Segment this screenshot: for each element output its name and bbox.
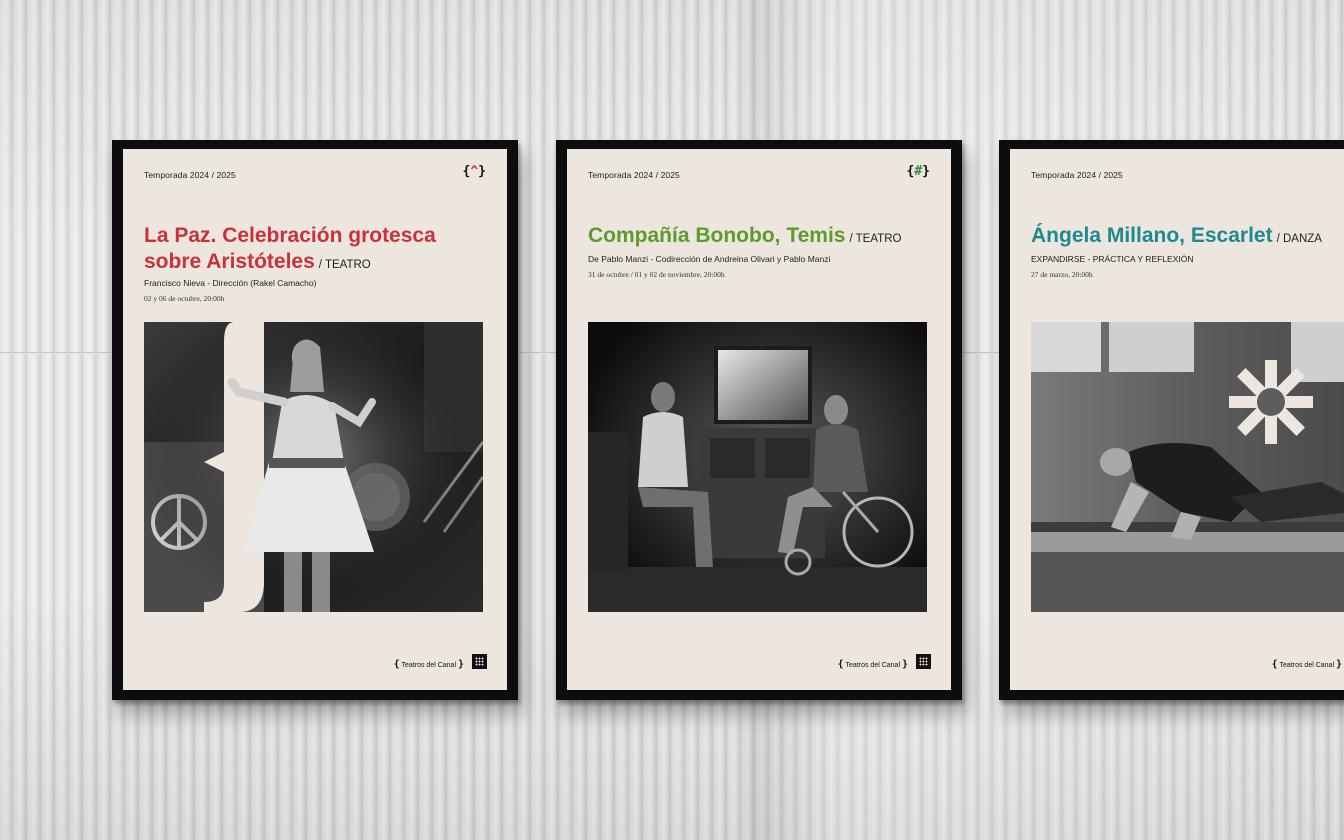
date-line: 02 y 06 de octubre, 20:00h bbox=[144, 294, 225, 303]
season-label: Temporada 2024 / 2025 bbox=[1031, 170, 1123, 180]
poster-paper: Temporada 2024 / 2025 {#} Compañía Bonob… bbox=[567, 149, 951, 690]
season-label: Temporada 2024 / 2025 bbox=[144, 170, 236, 180]
teatros-del-canal-mark: { Teatros del Canal } bbox=[1271, 659, 1342, 670]
date-line: 27 de marzo, 20:00h bbox=[1031, 270, 1093, 279]
poster-paper: Temporada 2024 / 2025 Ángela Millano, Es… bbox=[1010, 149, 1344, 690]
poster-temis: Temporada 2024 / 2025 {#} Compañía Bonob… bbox=[556, 140, 962, 700]
category-label: / TEATRO bbox=[318, 259, 371, 271]
stage-photo-two-actors bbox=[588, 322, 927, 612]
credit-line: EXPANDIRSE - PRÁCTICA Y REFLEXIÓN bbox=[1031, 254, 1194, 264]
poster-title: Compañía Bonobo, Temis / TEATRO bbox=[588, 224, 902, 247]
poster-title: Ángela Millano, Escarlet / DANZA bbox=[1031, 224, 1322, 247]
season-label: Temporada 2024 / 2025 bbox=[588, 170, 680, 180]
teatros-del-canal-mark: { Teatros del Canal } bbox=[837, 659, 908, 670]
brace-logo-icon: {#} bbox=[906, 164, 930, 179]
poster-la-paz: Temporada 2024 / 2025 {^} La Paz. Celebr… bbox=[112, 140, 518, 700]
stage-photo-performer bbox=[144, 322, 483, 612]
poster-title: La Paz. Celebración grotesca sobre Arist… bbox=[144, 224, 436, 273]
credit-line: De Pablo Manzi - Codirección de Andreina… bbox=[588, 254, 831, 264]
category-label: / TEATRO bbox=[849, 233, 902, 245]
date-line: 31 de octubre / 01 y 02 de noviembre, 20… bbox=[588, 270, 725, 279]
brace-logo-icon: {^} bbox=[462, 164, 486, 179]
poster-paper: Temporada 2024 / 2025 {^} La Paz. Celebr… bbox=[123, 149, 507, 690]
stage-photo-dancer bbox=[1031, 322, 1344, 612]
teatros-del-canal-mark: { Teatros del Canal } bbox=[393, 659, 464, 670]
region-flag-icon bbox=[472, 654, 487, 669]
poster-escarlet: Temporada 2024 / 2025 Ángela Millano, Es… bbox=[999, 140, 1344, 700]
region-flag-icon bbox=[916, 654, 931, 669]
category-label: / DANZA bbox=[1276, 233, 1322, 245]
credit-line: Francisco Nieva - Dirección (Rakel Camac… bbox=[144, 278, 317, 288]
